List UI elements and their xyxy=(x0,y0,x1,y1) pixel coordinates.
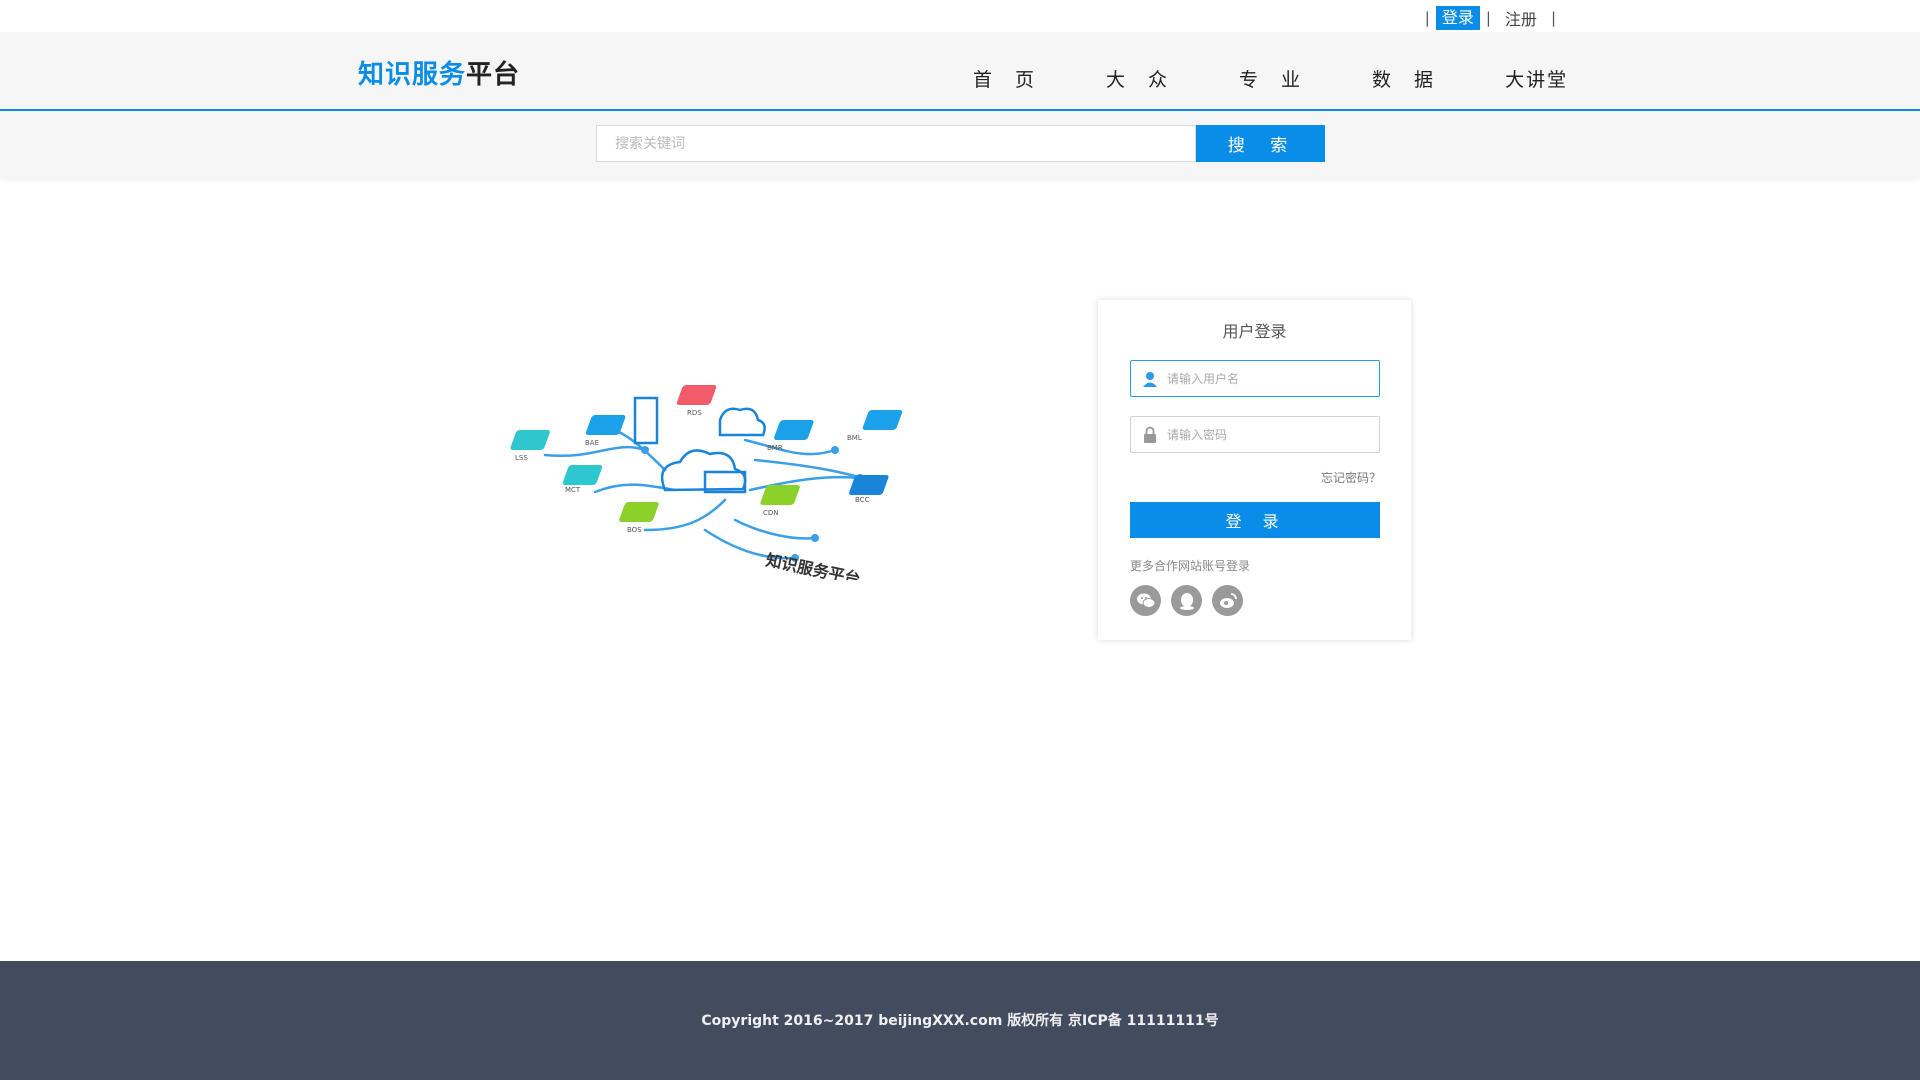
search-input[interactable] xyxy=(596,125,1196,162)
copyright-text: Copyright 2016~2017 beijingXXX.com 版权所有 … xyxy=(701,1013,1219,1029)
nav-item-data[interactable]: 数 据 xyxy=(1372,65,1435,92)
search-band: 搜 索 xyxy=(0,111,1920,177)
main-nav: 首 页 大 众 专 业 数 据 大讲堂 xyxy=(973,65,1568,92)
password-field[interactable] xyxy=(1130,416,1380,453)
tag-bcc: BCC xyxy=(855,496,870,504)
weibo-icon[interactable] xyxy=(1212,585,1243,616)
password-input[interactable] xyxy=(1165,417,1375,452)
nav-item-lecture[interactable]: 大讲堂 xyxy=(1505,65,1568,92)
qq-icon[interactable] xyxy=(1171,585,1202,616)
account-links: | 登录 | 注册 | xyxy=(1419,6,1562,30)
tag-bae: BAE xyxy=(585,439,599,447)
username-input[interactable] xyxy=(1165,361,1375,396)
logo-text-blue: 知识服务 xyxy=(358,60,467,90)
tag-bmr: BMR xyxy=(767,444,783,452)
username-field[interactable] xyxy=(1130,360,1380,397)
wechat-icon[interactable] xyxy=(1130,585,1161,616)
tag-bml: BML xyxy=(847,434,862,442)
login-panel: 用户登录 忘记密码？ 登 录 更多合作网站账号登录 xyxy=(1098,300,1411,640)
forgot-password-link[interactable]: 忘记密码？ xyxy=(1321,469,1381,486)
site-header: 知识服务平台 首 页 大 众 专 业 数 据 大讲堂 xyxy=(0,32,1920,111)
partner-login-text: 更多合作网站账号登录 xyxy=(1130,559,1251,573)
login-submit-button[interactable]: 登 录 xyxy=(1130,502,1380,538)
separator: | xyxy=(1550,9,1556,27)
nav-item-public[interactable]: 大 众 xyxy=(1106,65,1169,92)
tag-lss: LSS xyxy=(515,454,528,462)
top-utility-bar: | 登录 | 注册 | xyxy=(0,0,1920,32)
tag-mct: MCT xyxy=(565,486,581,494)
site-logo[interactable]: 知识服务平台 xyxy=(358,54,520,91)
login-link[interactable]: 登录 xyxy=(1435,6,1480,30)
site-footer: Copyright 2016~2017 beijingXXX.com 版权所有 … xyxy=(0,961,1920,1080)
platform-illustration: RDS BAE LSS MCT BOS CDN BMR BML BCC 知识服务… xyxy=(510,385,903,580)
register-link[interactable]: 注册 xyxy=(1497,6,1545,30)
logo-text-dark: 平台 xyxy=(466,60,521,90)
search-button[interactable]: 搜 索 xyxy=(1196,125,1325,162)
tag-rds: RDS xyxy=(687,409,702,417)
separator: | xyxy=(1424,9,1430,27)
illustration-caption: 知识服务平台 xyxy=(764,550,862,580)
tag-cdn: CDN xyxy=(763,509,779,517)
login-title: 用户登录 xyxy=(1222,322,1287,341)
lock-icon xyxy=(1144,426,1156,443)
tag-bos: BOS xyxy=(627,526,642,534)
nav-item-home[interactable]: 首 页 xyxy=(973,65,1036,92)
social-login-icons xyxy=(1130,585,1253,616)
separator: | xyxy=(1485,9,1491,27)
user-icon xyxy=(1143,372,1157,387)
nav-item-professional[interactable]: 专 业 xyxy=(1239,65,1302,92)
